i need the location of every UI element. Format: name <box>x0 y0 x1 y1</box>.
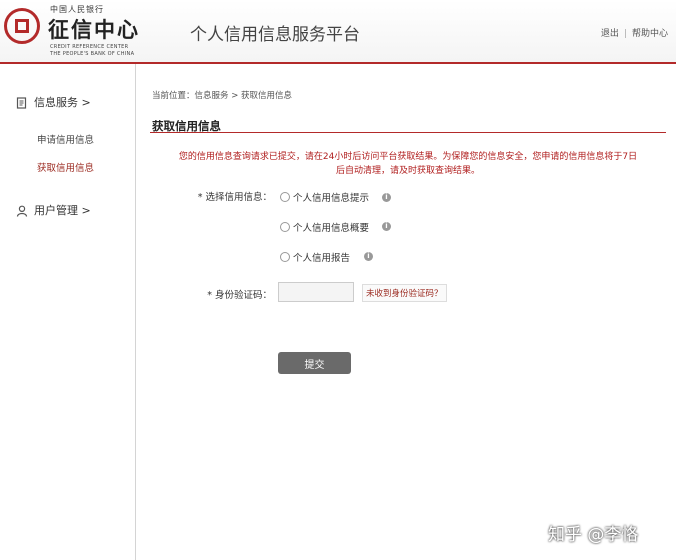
radio-button[interactable] <box>280 192 290 202</box>
title-divider <box>150 132 666 133</box>
sidebar-item-apply-credit[interactable]: 申请信用信息 <box>37 132 94 146</box>
separator: | <box>623 29 627 39</box>
radio-label: 个人信用信息提示 <box>293 193 370 204</box>
watermark: 知乎 @李恪 <box>548 525 639 545</box>
help-link[interactable]: 帮助中心 <box>632 29 668 39</box>
platform-title: 个人信用信息服务平台 <box>190 25 360 45</box>
radio-option-credit-report[interactable]: 个人信用报告 <box>280 250 350 264</box>
user-icon <box>16 205 28 217</box>
document-icon <box>16 97 27 109</box>
radio-button[interactable] <box>280 222 290 232</box>
nav-group-label: 用户管理 > <box>34 204 91 217</box>
logout-link[interactable]: 退出 <box>601 29 619 39</box>
info-icon[interactable]: i <box>382 222 391 231</box>
sidebar: 信息服务 > 申请信用信息 获取信用信息 用户管理 > <box>0 64 136 560</box>
nav-group-credit-service[interactable]: 信息服务 > <box>16 94 91 110</box>
id-code-input[interactable] <box>278 282 354 302</box>
radio-label: 个人信用报告 <box>293 253 351 264</box>
main-content: 当前位置：信息服务 > 获取信用信息 获取信用信息 您的信用信息查询请求已提交，… <box>150 64 666 560</box>
notice-message: 您的信用信息查询请求已提交，请在24小时后访问平台获取结果。为保障您的信息安全，… <box>150 150 666 178</box>
id-code-label: * 身份验证码： <box>207 290 272 301</box>
breadcrumb: 当前位置：信息服务 > 获取信用信息 <box>152 91 293 101</box>
info-icon[interactable]: i <box>382 193 391 202</box>
sidebar-item-get-credit[interactable]: 获取信用信息 <box>37 160 94 174</box>
info-icon[interactable]: i <box>364 252 373 261</box>
radio-option-credit-summary[interactable]: 个人信用信息概要 <box>280 220 369 234</box>
radio-option-credit-hint[interactable]: 个人信用信息提示 <box>280 190 369 204</box>
notice-line-1: 您的信用信息查询请求已提交，请在24小时后访问平台获取结果。为保障您的信息安全，… <box>178 152 638 162</box>
header: 中国人民银行 征信中心 CREDIT REFERENCE CENTER THE … <box>0 0 676 64</box>
select-credit-label: * 选择信用信息： <box>197 192 272 203</box>
logo-en-line2: THE PEOPLE'S BANK OF CHINA <box>50 51 135 57</box>
not-received-code-link[interactable]: 未收到身份验证码？ <box>362 284 447 302</box>
nav-group-label: 信息服务 > <box>34 96 91 109</box>
submit-button[interactable]: 提交 <box>278 352 351 374</box>
radio-button[interactable] <box>280 252 290 262</box>
logo: 中国人民银行 征信中心 CREDIT REFERENCE CENTER THE … <box>4 4 154 58</box>
radio-label: 个人信用信息概要 <box>293 223 370 234</box>
notice-line-2: 后自动清理，请及时获取查询结果。 <box>335 166 480 176</box>
logo-en-line1: CREDIT REFERENCE CENTER <box>50 44 129 50</box>
top-links: 退出 | 帮助中心 <box>601 26 668 39</box>
logo-main-text: 征信中心 <box>48 17 140 42</box>
logo-mark-icon <box>4 8 40 44</box>
nav-group-user-management[interactable]: 用户管理 > <box>16 202 91 218</box>
